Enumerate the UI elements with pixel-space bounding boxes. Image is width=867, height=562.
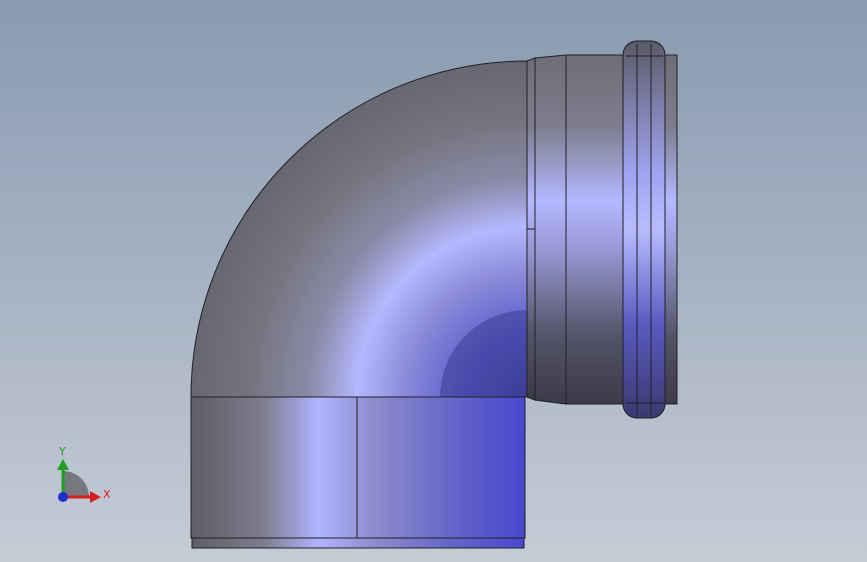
triad-x-label: X (103, 488, 111, 501)
bottom-socket (190, 396, 526, 539)
triad-z-axis (58, 492, 68, 502)
seal-ring (622, 40, 666, 419)
cad-viewport[interactable]: Y X (0, 0, 867, 562)
right-socket-body (534, 54, 567, 405)
triad-quarter-disc (63, 471, 89, 497)
triad-x-arrowhead (90, 491, 101, 503)
right-socket-collar (565, 54, 624, 405)
triad-y-arrowhead (57, 459, 69, 470)
triad-y-label: Y (58, 445, 66, 458)
model-canvas[interactable]: Y X (0, 0, 867, 562)
spigot-end (664, 54, 678, 405)
bottom-socket-rim (191, 537, 525, 549)
coordinate-triad: Y X (57, 445, 111, 503)
